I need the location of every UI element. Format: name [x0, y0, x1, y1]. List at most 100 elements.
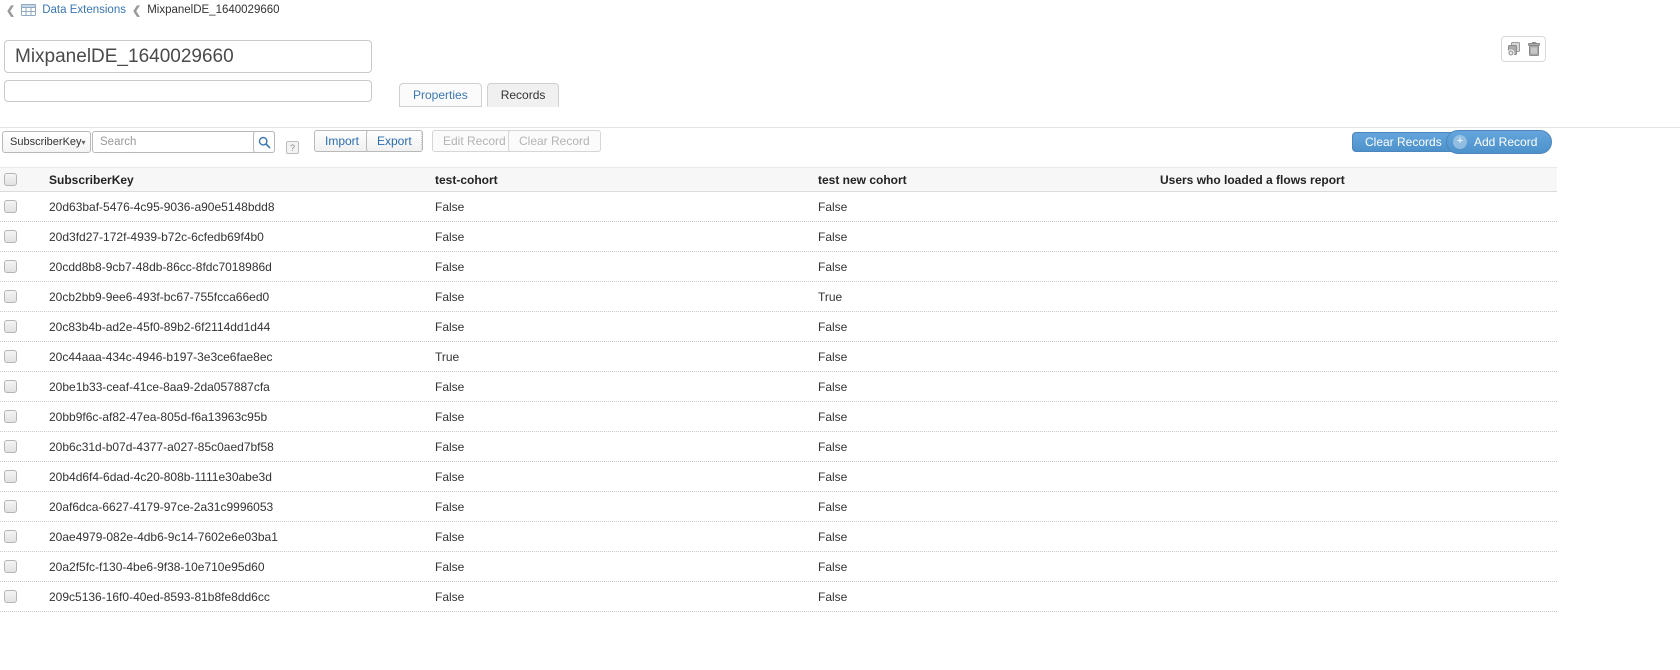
cell-subscriber-key: 20ae4979-082e-4db6-9c14-7602e6e03ba1 [44, 530, 430, 544]
row-checkbox[interactable] [4, 320, 17, 333]
export-button[interactable]: Export [366, 130, 423, 152]
toolbar-separator [421, 131, 422, 151]
breadcrumb: ❮ Data Extensions ❮ MixpanelDE_164002966… [6, 2, 280, 18]
row-checkbox[interactable] [4, 470, 17, 483]
cell-subscriber-key: 209c5136-16f0-40ed-8593-81b8fe8dd6cc [44, 590, 430, 604]
tab-properties[interactable]: Properties [399, 83, 482, 107]
records-toolbar: SubscriberKey ▾ ? Import Export Edit Rec… [0, 130, 1680, 154]
cell-test-new-cohort: False [813, 410, 1155, 424]
row-checkbox[interactable] [4, 290, 17, 303]
import-button[interactable]: Import [314, 130, 370, 152]
cell-test-cohort: False [430, 440, 813, 454]
cell-test-cohort: True [430, 350, 813, 364]
clear-records-button[interactable]: Clear Records [1352, 132, 1455, 152]
row-checkbox[interactable] [4, 410, 17, 423]
cell-test-cohort: False [430, 560, 813, 574]
help-icon[interactable]: ? [286, 141, 299, 154]
add-record-button[interactable]: + Add Record [1446, 130, 1552, 154]
edit-record-button[interactable]: Edit Record [432, 130, 517, 152]
cell-test-cohort: False [430, 230, 813, 244]
row-checkbox[interactable] [4, 530, 17, 543]
cell-test-cohort: False [430, 200, 813, 214]
table-row[interactable]: 20ae4979-082e-4db6-9c14-7602e6e03ba1 Fal… [0, 522, 1557, 552]
cell-test-new-cohort: False [813, 350, 1155, 364]
row-checkbox[interactable] [4, 500, 17, 513]
column-header-test-cohort: test-cohort [430, 173, 813, 187]
plus-icon: + [1453, 135, 1467, 149]
row-checkbox[interactable] [4, 560, 17, 573]
table-row[interactable]: 20be1b33-ceaf-41ce-8aa9-2da057887cfa Fal… [0, 372, 1557, 402]
table-header-row: SubscriberKey test-cohort test new cohor… [0, 167, 1557, 192]
tab-records[interactable]: Records [487, 83, 560, 107]
cell-test-cohort: False [430, 500, 813, 514]
cell-subscriber-key: 20be1b33-ceaf-41ce-8aa9-2da057887cfa [44, 380, 430, 394]
column-header-users-flows-report: Users who loaded a flows report [1155, 173, 1557, 187]
cell-subscriber-key: 20cb2bb9-9ee6-493f-bc67-755fcca66ed0 [44, 290, 430, 304]
data-extension-name-field[interactable] [4, 40, 372, 73]
row-checkbox[interactable] [4, 350, 17, 363]
cell-test-new-cohort: False [813, 500, 1155, 514]
search-icon[interactable] [253, 131, 275, 153]
data-extension-description-field[interactable] [4, 80, 372, 102]
add-record-label: Add Record [1474, 135, 1537, 149]
records-table: SubscriberKey test-cohort test new cohor… [0, 167, 1557, 612]
row-checkbox[interactable] [4, 230, 17, 243]
cell-subscriber-key: 20af6dca-6627-4179-97ce-2a31c9996053 [44, 500, 430, 514]
record-actions-group [1501, 36, 1546, 62]
table-row[interactable]: 20b6c31d-b07d-4377-a027-85c0aed7bf58 Fal… [0, 432, 1557, 462]
cell-test-new-cohort: False [813, 470, 1155, 484]
cell-test-new-cohort: False [813, 590, 1155, 604]
cell-test-new-cohort: False [813, 380, 1155, 394]
table-row[interactable]: 20c44aaa-434c-4946-b197-3e3ce6fae8ec Tru… [0, 342, 1557, 372]
breadcrumb-separator-chevron: ❮ [132, 4, 141, 17]
cell-test-cohort: False [430, 260, 813, 274]
cell-test-new-cohort: False [813, 230, 1155, 244]
table-row[interactable]: 20c83b4b-ad2e-45f0-89b2-6f2114dd1d44 Fal… [0, 312, 1557, 342]
cell-subscriber-key: 20a2f5fc-f130-4be6-9f38-10e710e95d60 [44, 560, 430, 574]
column-header-subscriberkey: SubscriberKey [44, 173, 430, 187]
search-input[interactable] [92, 131, 275, 153]
cell-subscriber-key: 20b6c31d-b07d-4377-a027-85c0aed7bf58 [44, 440, 430, 454]
cell-test-cohort: False [430, 470, 813, 484]
table-row[interactable]: 20bb9f6c-af82-47ea-805d-f6a13963c95b Fal… [0, 402, 1557, 432]
cell-test-cohort: False [430, 320, 813, 334]
cell-subscriber-key: 20c83b4b-ad2e-45f0-89b2-6f2114dd1d44 [44, 320, 430, 334]
table-row[interactable]: 20b4d6f4-6dad-4c20-808b-1111e30abe3d Fal… [0, 462, 1557, 492]
breadcrumb-current: MixpanelDE_1640029660 [147, 4, 279, 16]
cell-test-new-cohort: False [813, 440, 1155, 454]
cell-subscriber-key: 20c44aaa-434c-4946-b197-3e3ce6fae8ec [44, 350, 430, 364]
delete-icon[interactable] [1528, 42, 1540, 56]
chevron-down-icon: ▾ [82, 138, 86, 147]
search-field-selector-label: SubscriberKey [10, 136, 82, 148]
toolbar-divider-line [0, 127, 1680, 128]
copy-record-icon[interactable] [1507, 42, 1521, 56]
row-checkbox[interactable] [4, 260, 17, 273]
data-extensions-grid-icon [21, 4, 36, 16]
cell-subscriber-key: 20b4d6f4-6dad-4c20-808b-1111e30abe3d [44, 470, 430, 484]
table-row[interactable]: 20af6dca-6627-4179-97ce-2a31c9996053 Fal… [0, 492, 1557, 522]
table-row[interactable]: 209c5136-16f0-40ed-8593-81b8fe8dd6cc Fal… [0, 582, 1557, 612]
clear-record-button[interactable]: Clear Record [508, 130, 601, 152]
cell-test-cohort: False [430, 410, 813, 424]
tab-bar: Properties Records [399, 83, 559, 107]
table-row[interactable]: 20d63baf-5476-4c95-9036-a90e5148bdd8 Fal… [0, 192, 1557, 222]
table-row[interactable]: 20d3fd27-172f-4939-b72c-6cfedb69f4b0 Fal… [0, 222, 1557, 252]
cell-test-new-cohort: False [813, 320, 1155, 334]
table-row[interactable]: 20cdd8b8-9cb7-48db-86cc-8fdc7018986d Fal… [0, 252, 1557, 282]
search-field-selector[interactable]: SubscriberKey ▾ [2, 131, 91, 153]
row-checkbox[interactable] [4, 200, 17, 213]
table-row[interactable]: 20cb2bb9-9ee6-493f-bc67-755fcca66ed0 Fal… [0, 282, 1557, 312]
cell-subscriber-key: 20d3fd27-172f-4939-b72c-6cfedb69f4b0 [44, 230, 430, 244]
cell-test-new-cohort: False [813, 530, 1155, 544]
cell-test-new-cohort: True [813, 290, 1155, 304]
cell-test-cohort: False [430, 290, 813, 304]
table-row[interactable]: 20a2f5fc-f130-4be6-9f38-10e710e95d60 Fal… [0, 552, 1557, 582]
row-checkbox[interactable] [4, 590, 17, 603]
row-checkbox[interactable] [4, 440, 17, 453]
cell-test-cohort: False [430, 380, 813, 394]
breadcrumb-link-data-extensions[interactable]: Data Extensions [42, 4, 126, 16]
row-checkbox[interactable] [4, 380, 17, 393]
column-header-test-new-cohort: test new cohort [813, 173, 1155, 187]
back-chevron-icon[interactable]: ❮ [6, 4, 15, 17]
select-all-checkbox[interactable] [4, 173, 17, 186]
